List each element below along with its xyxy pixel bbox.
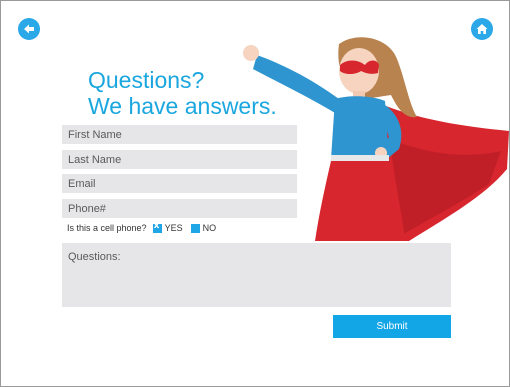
yes-checkbox[interactable] xyxy=(152,221,162,233)
cell-phone-row: Is this a cell phone? YES NO xyxy=(67,221,217,234)
cell-phone-question: Is this a cell phone? xyxy=(67,223,147,233)
arrow-left-icon xyxy=(24,24,34,34)
no-label: NO xyxy=(202,223,217,233)
email-field[interactable] xyxy=(62,174,297,193)
questions-field[interactable] xyxy=(62,243,451,307)
submit-button[interactable]: Submit xyxy=(333,315,451,338)
yes-label: YES xyxy=(164,223,183,233)
back-button[interactable] xyxy=(18,18,40,40)
app-window: Questions? We have answers. Is this a ce… xyxy=(0,0,510,387)
last-name-field[interactable] xyxy=(62,150,297,169)
phone-field[interactable] xyxy=(62,199,297,218)
no-checkbox[interactable] xyxy=(190,223,200,233)
first-name-field[interactable] xyxy=(62,125,297,144)
